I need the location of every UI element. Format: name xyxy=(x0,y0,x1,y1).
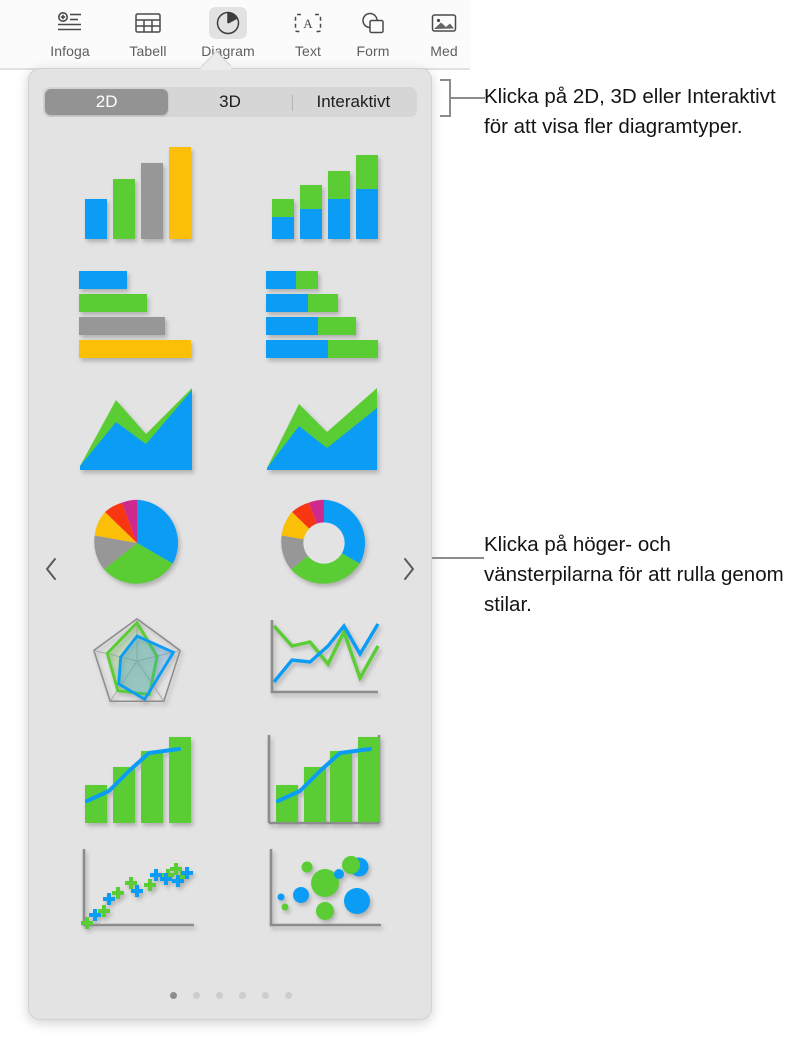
chart-style-donut-chart[interactable] xyxy=(230,483,417,603)
page-indicator xyxy=(29,992,431,999)
page-dot-2[interactable] xyxy=(193,992,200,999)
toolbar-button-tabell[interactable]: Tabell xyxy=(112,4,184,66)
shapes-icon xyxy=(354,7,392,39)
screenshot-root: Infoga Tabell Diagram A Text Form Med 2D… xyxy=(0,0,787,1045)
toolbar-button-form[interactable]: Form xyxy=(337,4,409,66)
page-dot-3[interactable] xyxy=(216,992,223,999)
chart-style-line-chart[interactable] xyxy=(230,601,417,721)
toolbar-button-infoga[interactable]: Infoga xyxy=(34,4,106,66)
toolbar-label-infoga: Infoga xyxy=(50,43,90,59)
chart-style-popover: 2D 3D Interaktivt xyxy=(28,68,432,1020)
chart-style-column-line-chart[interactable] xyxy=(43,719,230,839)
chart-style-scatter-chart[interactable] xyxy=(43,833,230,953)
text-box-icon: A xyxy=(289,7,327,39)
chart-style-stacked-column-chart[interactable] xyxy=(230,131,417,251)
toolbar-button-text[interactable]: A Text xyxy=(272,4,344,66)
media-image-icon xyxy=(425,7,463,39)
chart-style-column-line-axis-chart[interactable] xyxy=(230,719,417,839)
chart-style-area-chart[interactable] xyxy=(43,369,230,489)
chart-style-stacked-area-chart[interactable] xyxy=(230,369,417,489)
toolbar-label-form: Form xyxy=(356,43,390,59)
app-toolbar: Infoga Tabell Diagram A Text Form Med xyxy=(0,0,470,70)
chart-pie-icon xyxy=(209,7,247,39)
tab-2d[interactable]: 2D xyxy=(45,89,169,115)
toolbar-label-text: Text xyxy=(294,43,322,59)
page-dot-1[interactable] xyxy=(170,992,177,999)
chart-style-radar-chart[interactable] xyxy=(43,601,230,721)
tab-interaktivt[interactable]: Interaktivt xyxy=(291,89,415,115)
chart-style-column-chart[interactable] xyxy=(43,131,230,251)
svg-text:A: A xyxy=(303,16,313,31)
toolbar-button-media[interactable]: Med xyxy=(408,4,480,66)
page-dot-4[interactable] xyxy=(239,992,246,999)
chart-style-pie-chart[interactable] xyxy=(43,483,230,603)
callout-bracket-tabs xyxy=(437,78,489,123)
toolbar-label-tabell: Tabell xyxy=(129,43,167,59)
chart-style-bubble-chart[interactable] xyxy=(230,833,417,953)
chart-dimension-tabs: 2D 3D Interaktivt xyxy=(43,87,417,117)
toolbar-label-media: Med xyxy=(430,43,458,59)
next-styles-arrow[interactable] xyxy=(394,549,424,589)
chart-style-stacked-bar-chart[interactable] xyxy=(230,253,417,373)
table-icon xyxy=(129,7,167,39)
tab-3d[interactable]: 3D xyxy=(168,89,291,115)
callout-tabs: Klicka på 2D, 3D eller Interaktivt för a… xyxy=(484,82,784,142)
insert-icon xyxy=(51,7,89,39)
prev-styles-arrow[interactable] xyxy=(36,549,66,589)
page-dot-6[interactable] xyxy=(285,992,292,999)
chart-style-bar-chart[interactable] xyxy=(43,253,230,373)
popover-pointer xyxy=(201,46,231,70)
page-dot-5[interactable] xyxy=(262,992,269,999)
chart-style-grid xyxy=(43,131,417,976)
callout-arrows-text: Klicka på höger- och vänsterpilarna för … xyxy=(484,533,784,616)
callout-tabs-text: Klicka på 2D, 3D eller Interaktivt för a… xyxy=(484,85,776,138)
callout-leader-arrows xyxy=(430,548,486,573)
callout-arrows: Klicka på höger- och vänsterpilarna för … xyxy=(484,530,784,620)
